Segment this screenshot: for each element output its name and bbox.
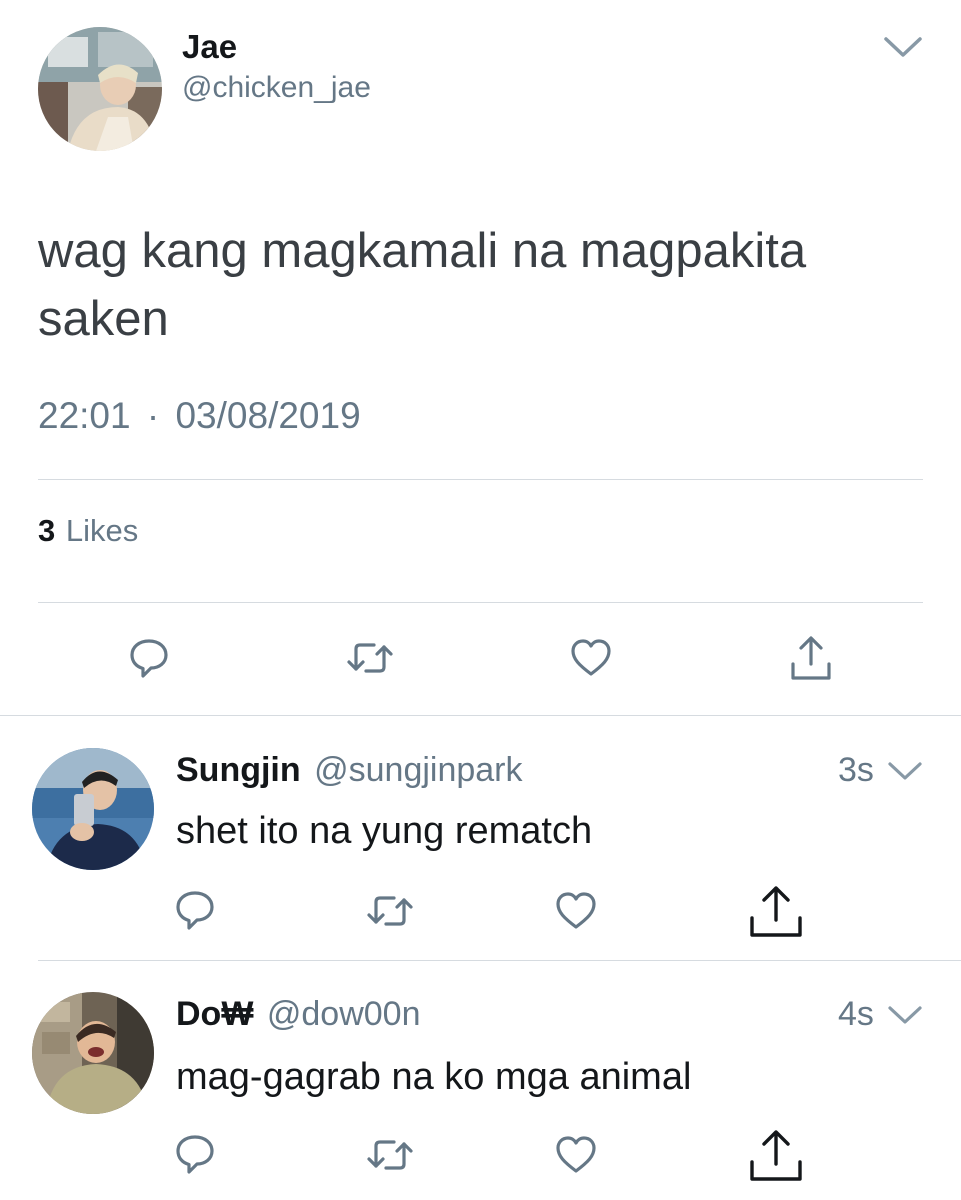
likes-count: 3 bbox=[38, 513, 56, 548]
main-author-name[interactable]: Jae bbox=[182, 28, 237, 66]
reply-author-name[interactable]: Sungjin bbox=[176, 751, 301, 789]
reply-author-handle[interactable]: @sungjinpark bbox=[314, 751, 522, 789]
reply-author-name[interactable]: Do₩ bbox=[176, 995, 253, 1033]
divider-line bbox=[38, 479, 923, 480]
reply-bubble-icon[interactable] bbox=[174, 888, 216, 932]
reply-bubble-icon[interactable] bbox=[174, 1132, 216, 1176]
tweet-timestamp: 22:01 · 03/08/2019 bbox=[38, 394, 361, 438]
reply-author-avatar[interactable] bbox=[32, 992, 154, 1114]
retweet-arrows-icon[interactable] bbox=[364, 892, 416, 930]
divider-line bbox=[0, 715, 961, 716]
reply-header: Do₩ @dow00n bbox=[176, 994, 421, 1034]
reply-text: shet ito na yung rematch bbox=[176, 810, 593, 852]
reply-author-avatar[interactable] bbox=[32, 748, 154, 870]
reply-time-ago: 4s bbox=[838, 995, 874, 1033]
chevron-down-icon[interactable] bbox=[887, 1004, 923, 1026]
tweet-time: 22:01 bbox=[38, 395, 131, 436]
share-upload-icon[interactable] bbox=[748, 1128, 804, 1184]
reply-header: Sungjin @sungjinpark bbox=[176, 750, 523, 790]
reply-time-ago: 3s bbox=[838, 751, 874, 789]
retweet-arrows-icon[interactable] bbox=[364, 1136, 416, 1174]
divider-line bbox=[38, 960, 961, 961]
tweet-date: 03/08/2019 bbox=[175, 395, 361, 436]
chevron-down-icon[interactable] bbox=[883, 34, 923, 60]
share-upload-icon[interactable] bbox=[748, 884, 804, 940]
main-author-handle[interactable]: @chicken_jae bbox=[182, 70, 371, 106]
divider-line bbox=[38, 602, 923, 603]
main-author-avatar[interactable] bbox=[38, 27, 162, 151]
chevron-down-icon[interactable] bbox=[887, 760, 923, 782]
likes-label: Likes bbox=[65, 513, 139, 548]
main-tweet-text: wag kang magkamali na magpakita saken bbox=[38, 224, 807, 346]
heart-icon[interactable] bbox=[554, 890, 598, 932]
likes-stat[interactable]: 3 Likes bbox=[38, 512, 138, 550]
retweet-arrows-icon[interactable] bbox=[344, 639, 396, 677]
share-upload-icon[interactable] bbox=[789, 634, 833, 682]
timestamp-separator: · bbox=[146, 395, 160, 436]
reply-bubble-icon[interactable] bbox=[128, 636, 170, 680]
heart-icon[interactable] bbox=[569, 637, 613, 679]
heart-icon[interactable] bbox=[554, 1134, 598, 1176]
reply-text: mag-gagrab na ko mga animal bbox=[176, 1056, 692, 1098]
reply-author-handle[interactable]: @dow00n bbox=[267, 995, 421, 1033]
